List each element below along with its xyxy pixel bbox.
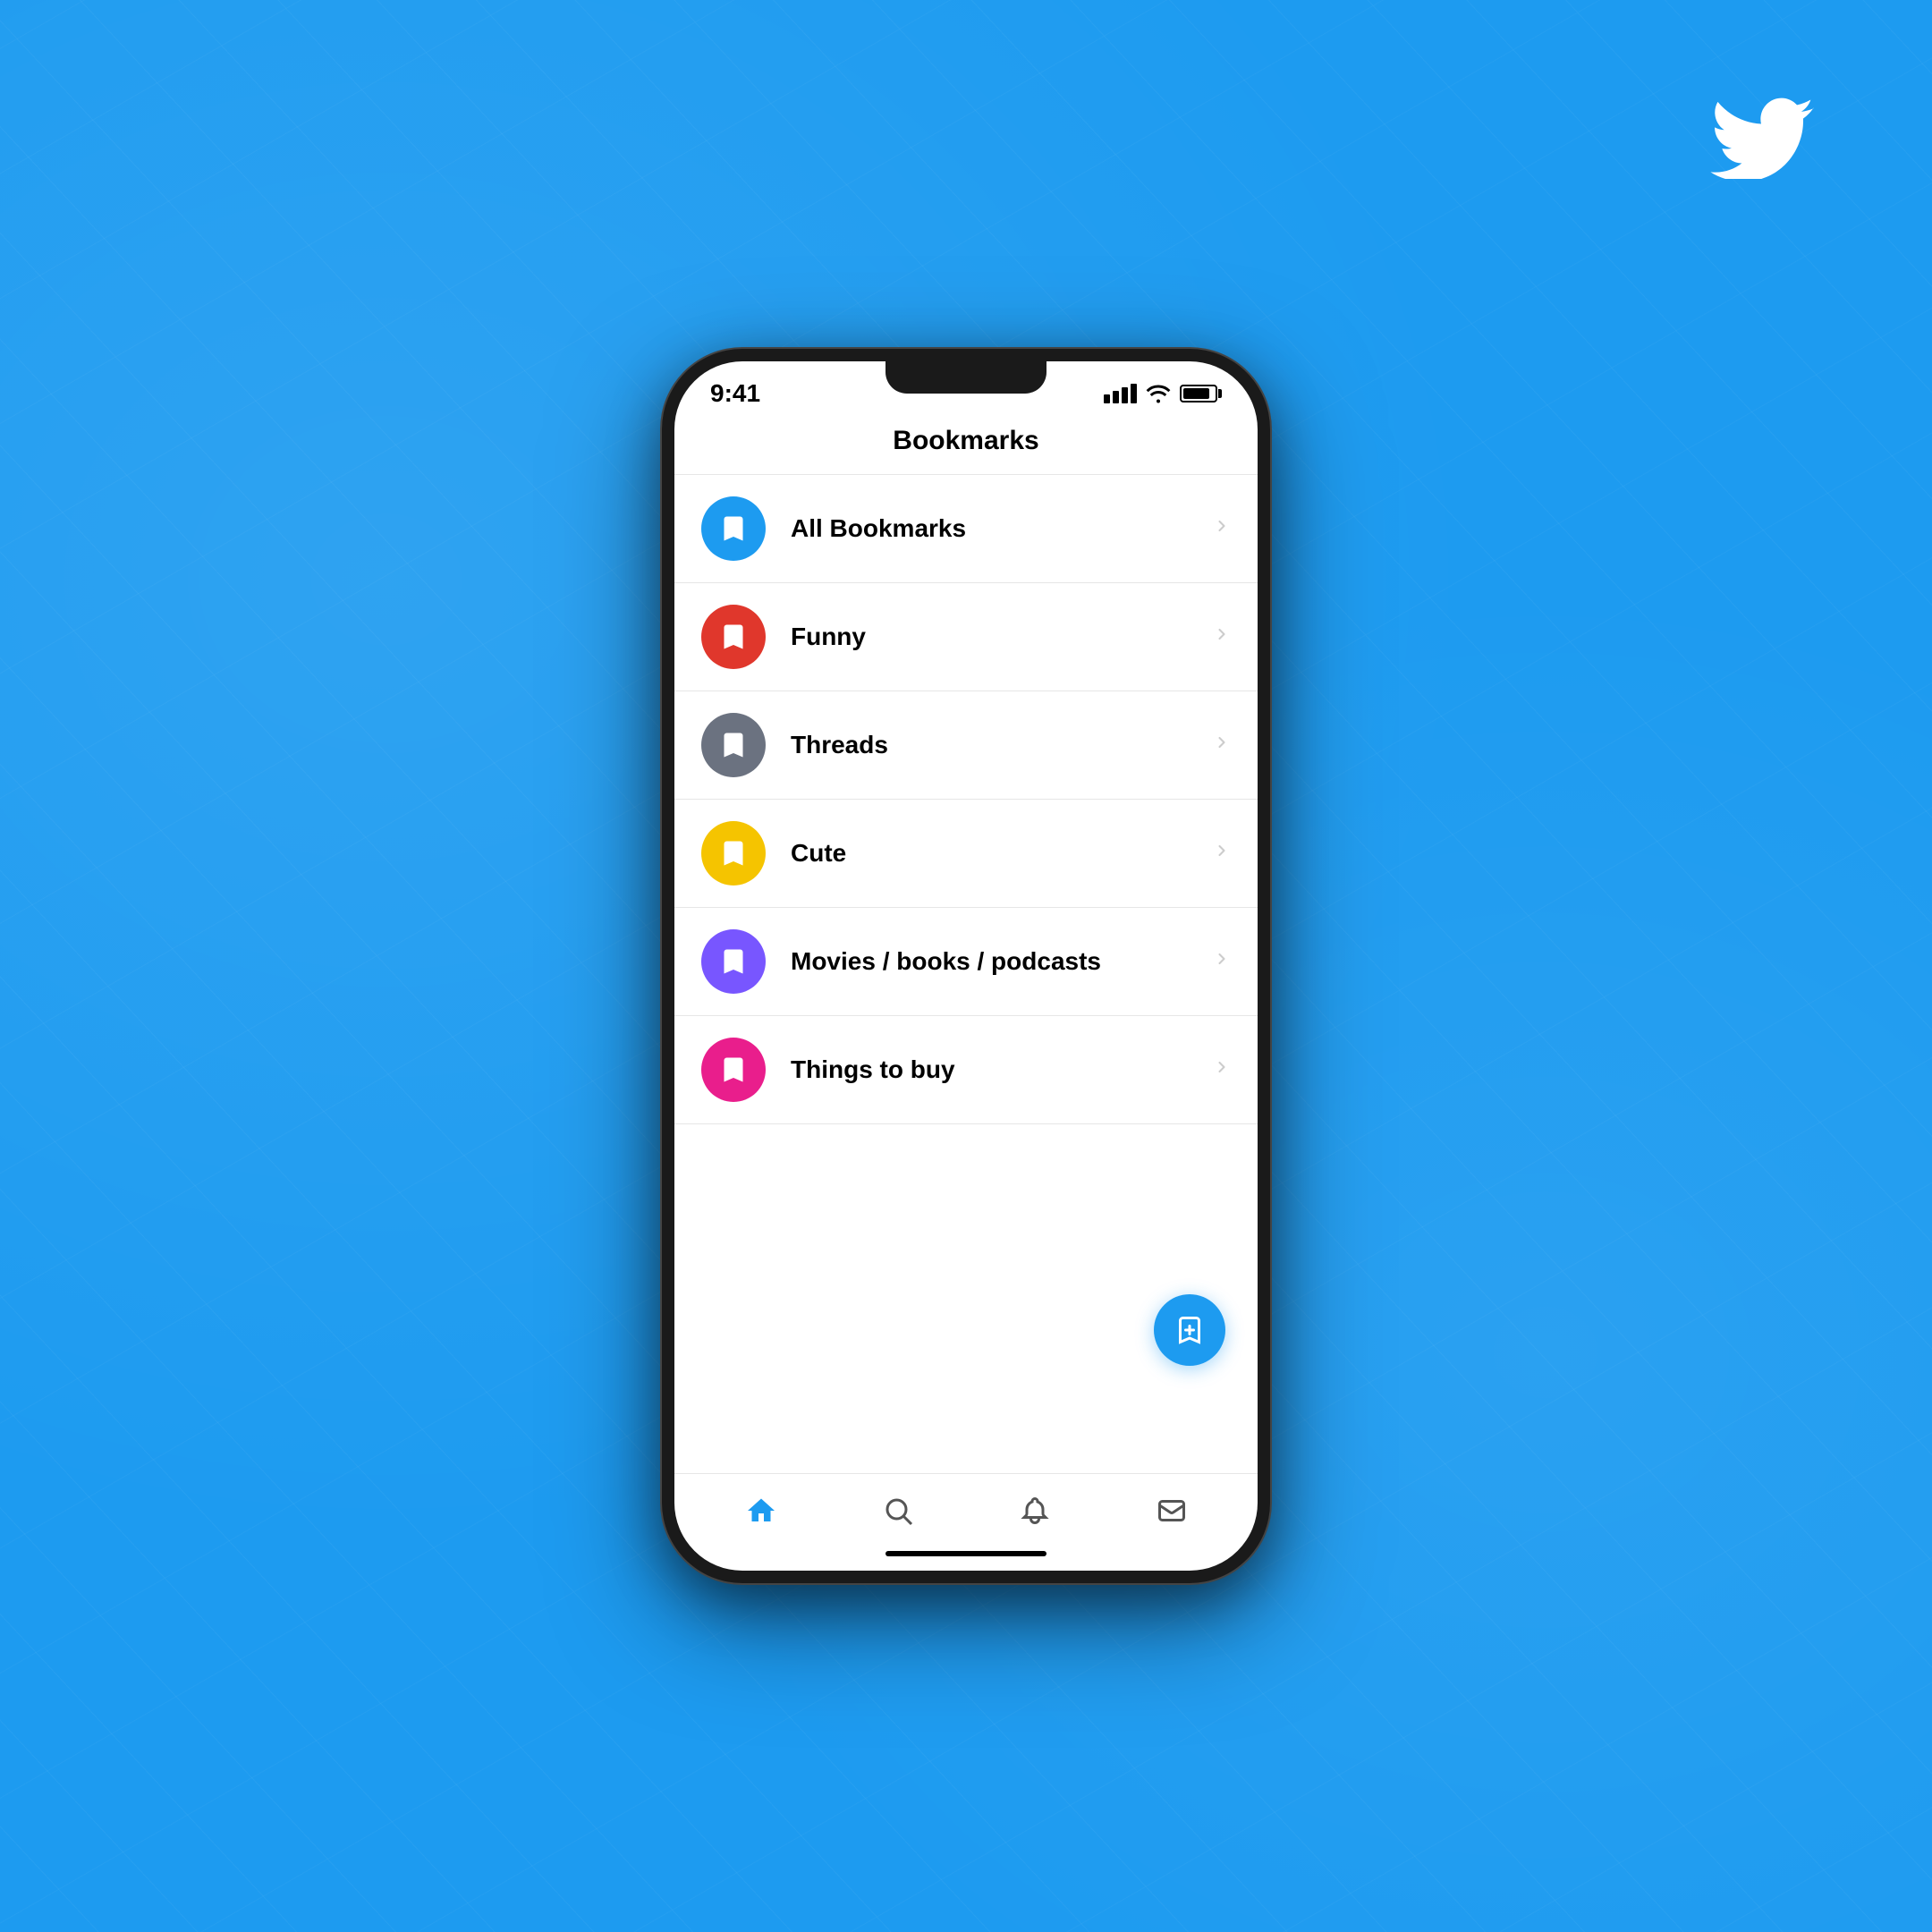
status-icons bbox=[1104, 384, 1222, 403]
home-indicator bbox=[886, 1551, 1046, 1556]
bookmark-chevron-all-bookmarks bbox=[1213, 516, 1231, 541]
bookmark-item-funny[interactable]: Funny bbox=[674, 583, 1258, 691]
bookmark-label-funny: Funny bbox=[791, 623, 1213, 651]
phone-frame: 9:41 bbox=[662, 349, 1270, 1583]
bookmark-icon-all-bookmarks bbox=[701, 496, 766, 561]
nav-notifications[interactable] bbox=[1008, 1488, 1062, 1533]
bookmark-label-things-to-buy: Things to buy bbox=[791, 1055, 1213, 1084]
page-header: Bookmarks bbox=[674, 417, 1258, 475]
bookmark-chevron-things-to-buy bbox=[1213, 1057, 1231, 1082]
bookmark-item-all-bookmarks[interactable]: All Bookmarks bbox=[674, 475, 1258, 583]
page-title: Bookmarks bbox=[893, 426, 1038, 455]
phone-notch bbox=[886, 361, 1046, 394]
bookmark-label-cute: Cute bbox=[791, 839, 1213, 868]
nav-home[interactable] bbox=[734, 1488, 788, 1533]
wifi-icon bbox=[1146, 384, 1171, 403]
nav-messages[interactable] bbox=[1145, 1488, 1199, 1533]
bookmark-chevron-movies-books-podcasts bbox=[1213, 949, 1231, 974]
twitter-logo bbox=[1708, 89, 1816, 183]
battery-icon bbox=[1180, 385, 1222, 402]
bookmark-label-threads: Threads bbox=[791, 731, 1213, 759]
bookmark-item-movies-books-podcasts[interactable]: Movies / books / podcasts bbox=[674, 908, 1258, 1016]
bookmark-icon-threads bbox=[701, 713, 766, 777]
bookmark-icon-movies-books-podcasts bbox=[701, 929, 766, 994]
status-time: 9:41 bbox=[710, 379, 760, 408]
bookmark-icon-things-to-buy bbox=[701, 1038, 766, 1102]
bookmark-item-cute[interactable]: Cute bbox=[674, 800, 1258, 908]
add-bookmark-fab[interactable] bbox=[1154, 1294, 1225, 1366]
bookmark-chevron-funny bbox=[1213, 624, 1231, 649]
nav-search[interactable] bbox=[871, 1488, 925, 1533]
bookmark-item-things-to-buy[interactable]: Things to buy bbox=[674, 1016, 1258, 1124]
bookmarks-list: All Bookmarks Funny Threads Cute bbox=[674, 475, 1258, 1473]
bookmark-icon-funny bbox=[701, 605, 766, 669]
bookmark-chevron-threads bbox=[1213, 733, 1231, 758]
bottom-nav bbox=[674, 1473, 1258, 1551]
bookmark-icon-cute bbox=[701, 821, 766, 886]
bookmark-chevron-cute bbox=[1213, 841, 1231, 866]
bookmark-item-threads[interactable]: Threads bbox=[674, 691, 1258, 800]
bookmark-label-all-bookmarks: All Bookmarks bbox=[791, 514, 1213, 543]
phone-screen: 9:41 bbox=[674, 361, 1258, 1571]
bookmark-label-movies-books-podcasts: Movies / books / podcasts bbox=[791, 947, 1213, 976]
signal-icon bbox=[1104, 384, 1137, 403]
